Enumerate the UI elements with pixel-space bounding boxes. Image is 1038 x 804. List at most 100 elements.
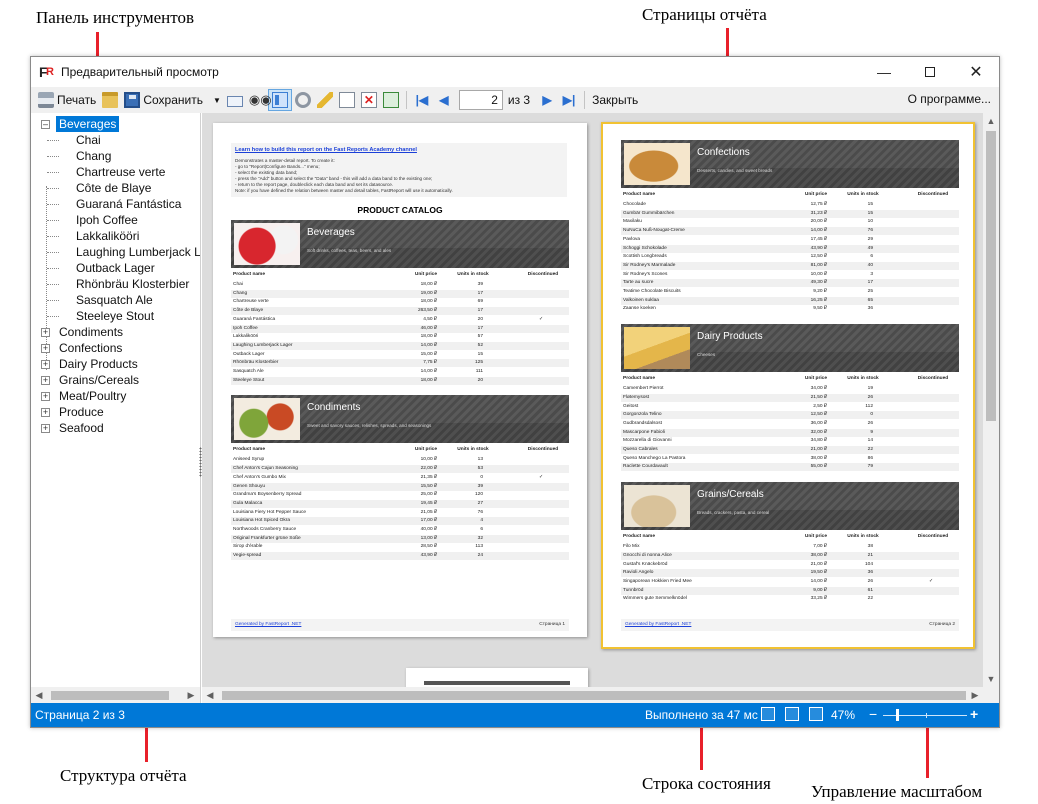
zoom-out-button[interactable]: − <box>869 706 877 722</box>
tree-node-category[interactable]: + Grains/Cereals <box>31 372 200 388</box>
scroll-right-icon[interactable]: ▶ <box>967 687 983 703</box>
tree-node-category[interactable]: + Dairy Products <box>31 356 200 372</box>
tree-node-category[interactable]: + Produce <box>31 404 200 420</box>
save-button[interactable]: Сохранить ▼ <box>121 89 224 111</box>
page-number-input[interactable]: 2 <box>458 90 503 110</box>
tree-node-label: Lakkalikööri <box>76 229 140 243</box>
units-in-stock: 20 <box>477 377 483 383</box>
page-setup-button[interactable] <box>292 89 314 111</box>
tree-node-category[interactable]: + Seafood <box>31 420 200 436</box>
last-page-button[interactable]: ▶| <box>558 89 580 111</box>
tree-node-child[interactable]: Lakkalikööri <box>31 228 200 244</box>
vertical-scroll-thumb[interactable] <box>986 131 996 421</box>
generated-by-link[interactable]: Generated by FastReport .NET <box>625 619 691 631</box>
units-in-stock: 79 <box>867 464 873 470</box>
tree-node-category[interactable]: + Confections <box>31 340 200 356</box>
unit-price: 20,00 ₽ <box>810 219 827 225</box>
units-in-stock: 9 <box>870 429 873 435</box>
units-in-stock: 22 <box>867 447 873 452</box>
watermark-button[interactable] <box>380 89 402 111</box>
tree-node-category[interactable]: + Condiments <box>31 324 200 340</box>
column-headers: Product name Unit price Units in stock Disc… <box>231 272 569 280</box>
table-row: Ravioli Angelo 19,50 ₽ 36 <box>621 569 959 578</box>
expand-icon[interactable]: + <box>41 376 50 385</box>
tree-node-child[interactable]: Ipoh Coffee <box>31 212 200 228</box>
whole-page-icon[interactable] <box>785 707 799 721</box>
minimize-button[interactable]: — <box>861 57 907 87</box>
find-button[interactable]: ◉◉ <box>246 89 272 111</box>
units-in-stock: 36 <box>867 306 873 312</box>
email-button[interactable] <box>224 89 246 111</box>
preview-horizontal-scrollbar[interactable]: ◀ ▶ <box>202 687 999 703</box>
tree-node-child[interactable]: Guaraná Fantástica <box>31 196 200 212</box>
table-row: Queso Manchego La Pastora 38,00 ₽ 86 <box>621 455 959 463</box>
report-preview-area[interactable]: Learn how to build this report on the Fa… <box>202 113 999 703</box>
zoom-in-button[interactable]: + <box>970 706 978 722</box>
tree-node-category[interactable]: + Meat/Poultry <box>31 388 200 404</box>
report-page-2[interactable]: Confections Desserts, candies, and sweet … <box>601 122 975 649</box>
table-row: Valkoinen suklaa 16,25 ₽ 65 <box>621 296 959 305</box>
expand-icon[interactable]: + <box>41 344 50 353</box>
unit-price: 81,00 ₽ <box>810 262 827 268</box>
tree-node-label: Côte de Blaye <box>76 181 152 195</box>
copy-page-button[interactable] <box>336 89 358 111</box>
column-header: Unit price <box>414 447 437 453</box>
first-page-button[interactable]: |◀ <box>411 89 433 111</box>
print-button[interactable]: Печать <box>35 89 99 111</box>
collapse-icon[interactable]: – <box>41 120 50 129</box>
unit-price: 7,75 ₽ <box>423 360 437 366</box>
tree-node-child[interactable]: Outback Lager <box>31 260 200 276</box>
generated-by-link[interactable]: Generated by FastReport .NET <box>235 619 301 631</box>
maximize-button[interactable] <box>907 57 953 87</box>
unit-price: 46,00 ₽ <box>420 325 437 331</box>
expand-icon[interactable]: + <box>41 328 50 337</box>
tree-node-child[interactable]: Laughing Lumberjack Lager <box>31 244 200 260</box>
unit-price: 36,00 ₽ <box>810 420 827 426</box>
close-window-button[interactable]: ✕ <box>953 57 999 87</box>
tree-node-child[interactable]: Steeleye Stout <box>31 308 200 324</box>
scroll-thumb[interactable] <box>51 691 169 700</box>
table-row: Tunnbröd 9,00 ₽ 61 <box>621 586 959 595</box>
zoom-slider-thumb[interactable] <box>896 709 899 721</box>
close-preview-button[interactable]: Закрыть <box>589 89 641 111</box>
expand-icon[interactable]: + <box>41 392 50 401</box>
unit-price: 12,75 ₽ <box>810 202 827 207</box>
tree-node-child[interactable]: Chang <box>31 148 200 164</box>
scroll-left-icon[interactable]: ◀ <box>31 687 47 703</box>
tree-node-child[interactable]: Chai <box>31 132 200 148</box>
delete-page-button[interactable]: ✕ <box>358 89 380 111</box>
tree-node-child[interactable]: Rhönbräu Klosterbier <box>31 276 200 292</box>
table-row: Mozzarella di Giovanni 34,80 ₽ 14 <box>621 437 959 445</box>
tree-horizontal-scrollbar[interactable]: ◀ ▶ <box>31 687 200 703</box>
outline-toggle-button[interactable] <box>267 89 292 111</box>
tree-node-child[interactable]: Chartreuse verte <box>31 164 200 180</box>
prev-page-button[interactable]: ◀ <box>433 89 455 111</box>
about-button[interactable]: О программе... <box>908 92 991 106</box>
tree-node-child[interactable]: Côte de Blaye <box>31 180 200 196</box>
fit-page-width-icon[interactable] <box>761 707 775 721</box>
tree-node-child[interactable]: Sasquatch Ale <box>31 292 200 308</box>
status-elapsed-time: Выполнено за 47 мс <box>645 708 758 722</box>
open-button[interactable] <box>99 89 121 111</box>
next-page-button[interactable]: ▶ <box>536 89 558 111</box>
expand-icon[interactable]: + <box>41 408 50 417</box>
page-footer: Generated by FastReport .NET Страница 1 <box>231 619 569 631</box>
expand-icon[interactable]: + <box>41 360 50 369</box>
horizontal-scroll-thumb[interactable] <box>222 691 966 700</box>
column-header: Units in stock <box>457 272 489 277</box>
tree-node-label: Outback Lager <box>76 261 155 275</box>
scroll-right-icon[interactable]: ▶ <box>183 687 199 703</box>
dropdown-arrow-icon[interactable]: ▼ <box>213 96 221 105</box>
report-page-1[interactable]: Learn how to build this report on the Fa… <box>213 123 587 637</box>
expand-icon[interactable]: + <box>41 424 50 433</box>
multiple-pages-icon[interactable] <box>809 707 823 721</box>
product-name: Sasquatch Ale <box>233 369 264 374</box>
preview-vertical-scrollbar[interactable]: ▲ ▼ <box>983 113 999 687</box>
product-name: Tarte au sucre <box>623 280 654 286</box>
close-icon: ✕ <box>969 64 983 81</box>
scroll-left-icon[interactable]: ◀ <box>202 687 218 703</box>
tree-node-root[interactable]: – Beverages <box>31 116 200 132</box>
scroll-down-icon[interactable]: ▼ <box>983 671 999 687</box>
scroll-up-icon[interactable]: ▲ <box>983 113 999 129</box>
edit-page-button[interactable] <box>314 89 336 111</box>
